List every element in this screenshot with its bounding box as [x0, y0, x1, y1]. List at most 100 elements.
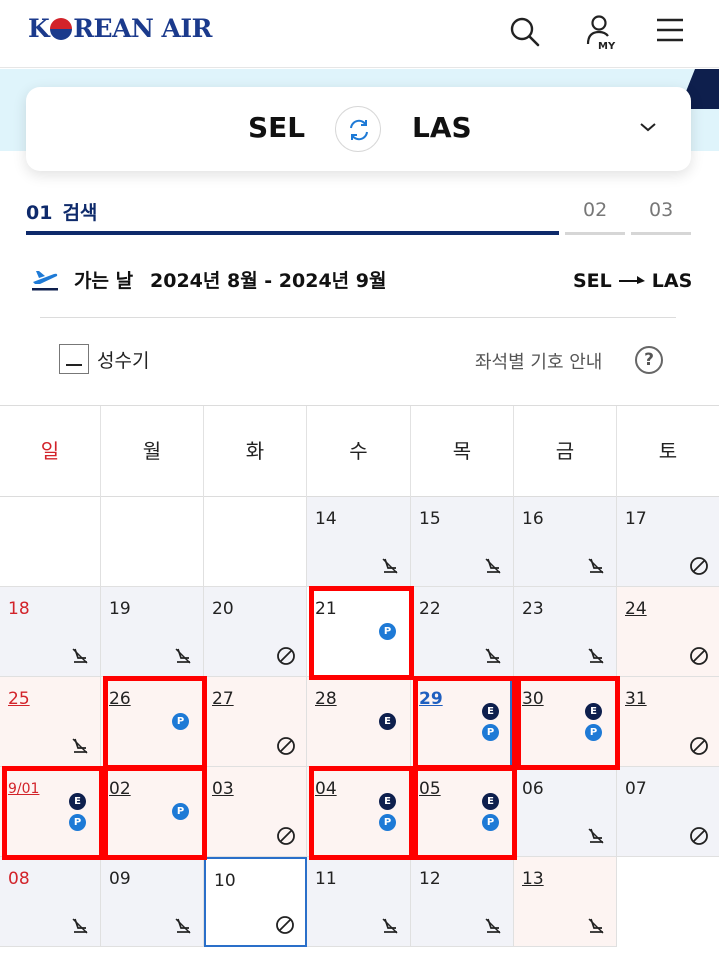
calendar-day-cell[interactable]: 18	[0, 587, 101, 677]
calendar-day-cell[interactable]: 14	[307, 497, 411, 587]
calendar-day-number: 06	[522, 779, 544, 799]
calendar-day-number: 13	[522, 869, 544, 889]
prestige-seat-badge: P	[379, 814, 396, 831]
unavailable-icon	[689, 826, 709, 846]
calendar-day-cell[interactable]: 24	[617, 587, 719, 677]
step-3-progress	[631, 232, 691, 235]
unavailable-icon	[689, 556, 709, 576]
step-2-progress	[565, 232, 625, 235]
seat-symbol-guide-link[interactable]: 좌석별 기호 안내	[475, 348, 602, 374]
prestige-seat-badge: P	[585, 724, 602, 741]
menu-icon[interactable]	[650, 12, 690, 52]
divider	[40, 317, 676, 318]
calendar-day-cell[interactable]: 31	[617, 677, 719, 767]
calendar-day-number: 23	[522, 599, 544, 619]
route-arrow-icon	[618, 270, 646, 292]
calendar-day-cell[interactable]: 9/01 E P	[0, 767, 101, 857]
peak-season-label: 성수기	[97, 350, 150, 372]
calendar-day-number: 11	[315, 869, 337, 889]
no-seat-icon	[173, 916, 193, 936]
calendar-day-number: 02	[109, 779, 131, 799]
calendar-day-cell[interactable]: 29 E P	[411, 677, 514, 767]
prestige-seat-badge: P	[172, 803, 189, 820]
calendar-day-number: 30	[522, 689, 544, 709]
calendar-day-cell[interactable]: 05 E P	[411, 767, 514, 857]
my-label: MY	[598, 41, 616, 52]
search-icon[interactable]	[504, 12, 544, 52]
no-seat-icon	[70, 916, 90, 936]
calendar-day-number: 10	[214, 871, 236, 891]
calendar-day-cell[interactable]: 21 P	[307, 587, 411, 677]
no-seat-icon	[380, 556, 400, 576]
calendar-day-cell[interactable]: 28 E	[307, 677, 411, 767]
calendar-day-number: 22	[419, 599, 441, 619]
unavailable-icon	[276, 736, 296, 756]
weekday-label: 목	[411, 406, 514, 497]
step-1-search[interactable]: 01 검색	[26, 198, 97, 225]
destination-airport[interactable]: LAS	[412, 111, 472, 144]
dep-route-to: LAS	[651, 270, 693, 292]
calendar-day-number: 31	[625, 689, 647, 709]
calendar-day-number: 03	[212, 779, 234, 799]
route-card[interactable]: SEL LAS	[26, 87, 691, 171]
unavailable-icon	[275, 915, 295, 935]
departure-date-range: 2024년 8월 - 2024년 9월	[150, 270, 387, 292]
calendar-day-cell[interactable]: 26 P	[101, 677, 204, 767]
calendar-day-cell[interactable]: 12	[411, 857, 514, 947]
calendar-day-cell[interactable]: 25	[0, 677, 101, 767]
calendar-day-number: 05	[419, 779, 441, 799]
economy-seat-badge: E	[482, 703, 499, 720]
economy-seat-badge: E	[379, 713, 396, 730]
calendar-day-cell[interactable]: 03	[204, 767, 307, 857]
calendar-day-cell[interactable]: 16	[514, 497, 617, 587]
calendar-day-cell[interactable]: 11	[307, 857, 411, 947]
calendar-day-cell[interactable]: 19	[101, 587, 204, 677]
departure-plane-icon	[32, 271, 58, 291]
calendar-day-cell[interactable]: 02 P	[101, 767, 204, 857]
calendar-day-number: 20	[212, 599, 234, 619]
calendar-day-cell[interactable]: 08	[0, 857, 101, 947]
no-seat-icon	[483, 916, 503, 936]
no-seat-icon	[586, 826, 606, 846]
calendar-day-cell[interactable]: 06	[514, 767, 617, 857]
calendar-day-cell[interactable]: 20	[204, 587, 307, 677]
calendar-day-cell[interactable]: 10	[204, 857, 307, 947]
korean-air-logo[interactable]: K REAN AIR	[28, 14, 212, 43]
prestige-seat-badge: P	[172, 713, 189, 730]
step-1-label: 검색	[62, 202, 98, 224]
calendar-empty-cell	[204, 497, 307, 587]
calendar-day-cell[interactable]: 04 E P	[307, 767, 411, 857]
departure-label: 가는 날	[74, 270, 134, 292]
calendar-day-number: 25	[8, 689, 30, 709]
economy-seat-badge: E	[69, 793, 86, 810]
no-seat-icon	[586, 916, 606, 936]
calendar-day-number: 18	[8, 599, 30, 619]
step-3: 03	[649, 199, 674, 221]
calendar-day-cell[interactable]: 17	[617, 497, 719, 587]
economy-seat-badge: E	[482, 793, 499, 810]
calendar-day-cell[interactable]: 07	[617, 767, 719, 857]
calendar-day-cell[interactable]: 09	[101, 857, 204, 947]
swap-route-button[interactable]	[335, 106, 381, 152]
peak-season-checkbox[interactable]	[59, 344, 89, 374]
calendar-day-cell[interactable]: 23	[514, 587, 617, 677]
weekday-label: 수	[307, 406, 411, 497]
my-account-icon[interactable]: MY	[580, 12, 620, 52]
calendar-day-cell[interactable]: 15	[411, 497, 514, 587]
calendar-day-cell[interactable]: 22	[411, 587, 514, 677]
calendar-empty-cell	[101, 497, 204, 587]
origin-airport[interactable]: SEL	[248, 111, 305, 144]
calendar-day-cell[interactable]: 30 E P	[514, 677, 617, 767]
calendar-day-number: 19	[109, 599, 131, 619]
chevron-down-icon[interactable]	[636, 115, 660, 139]
unavailable-icon	[276, 826, 296, 846]
calendar-empty-cell	[0, 497, 101, 587]
calendar-day-cell[interactable]: 27	[204, 677, 307, 767]
help-icon[interactable]: ?	[635, 346, 663, 374]
calendar-day-number: 08	[8, 869, 30, 889]
calendar-day-number: 04	[315, 779, 337, 799]
calendar-day-number: 28	[315, 689, 337, 709]
swap-icon	[350, 119, 368, 141]
economy-seat-badge: E	[379, 793, 396, 810]
calendar-day-cell[interactable]: 13	[514, 857, 617, 947]
